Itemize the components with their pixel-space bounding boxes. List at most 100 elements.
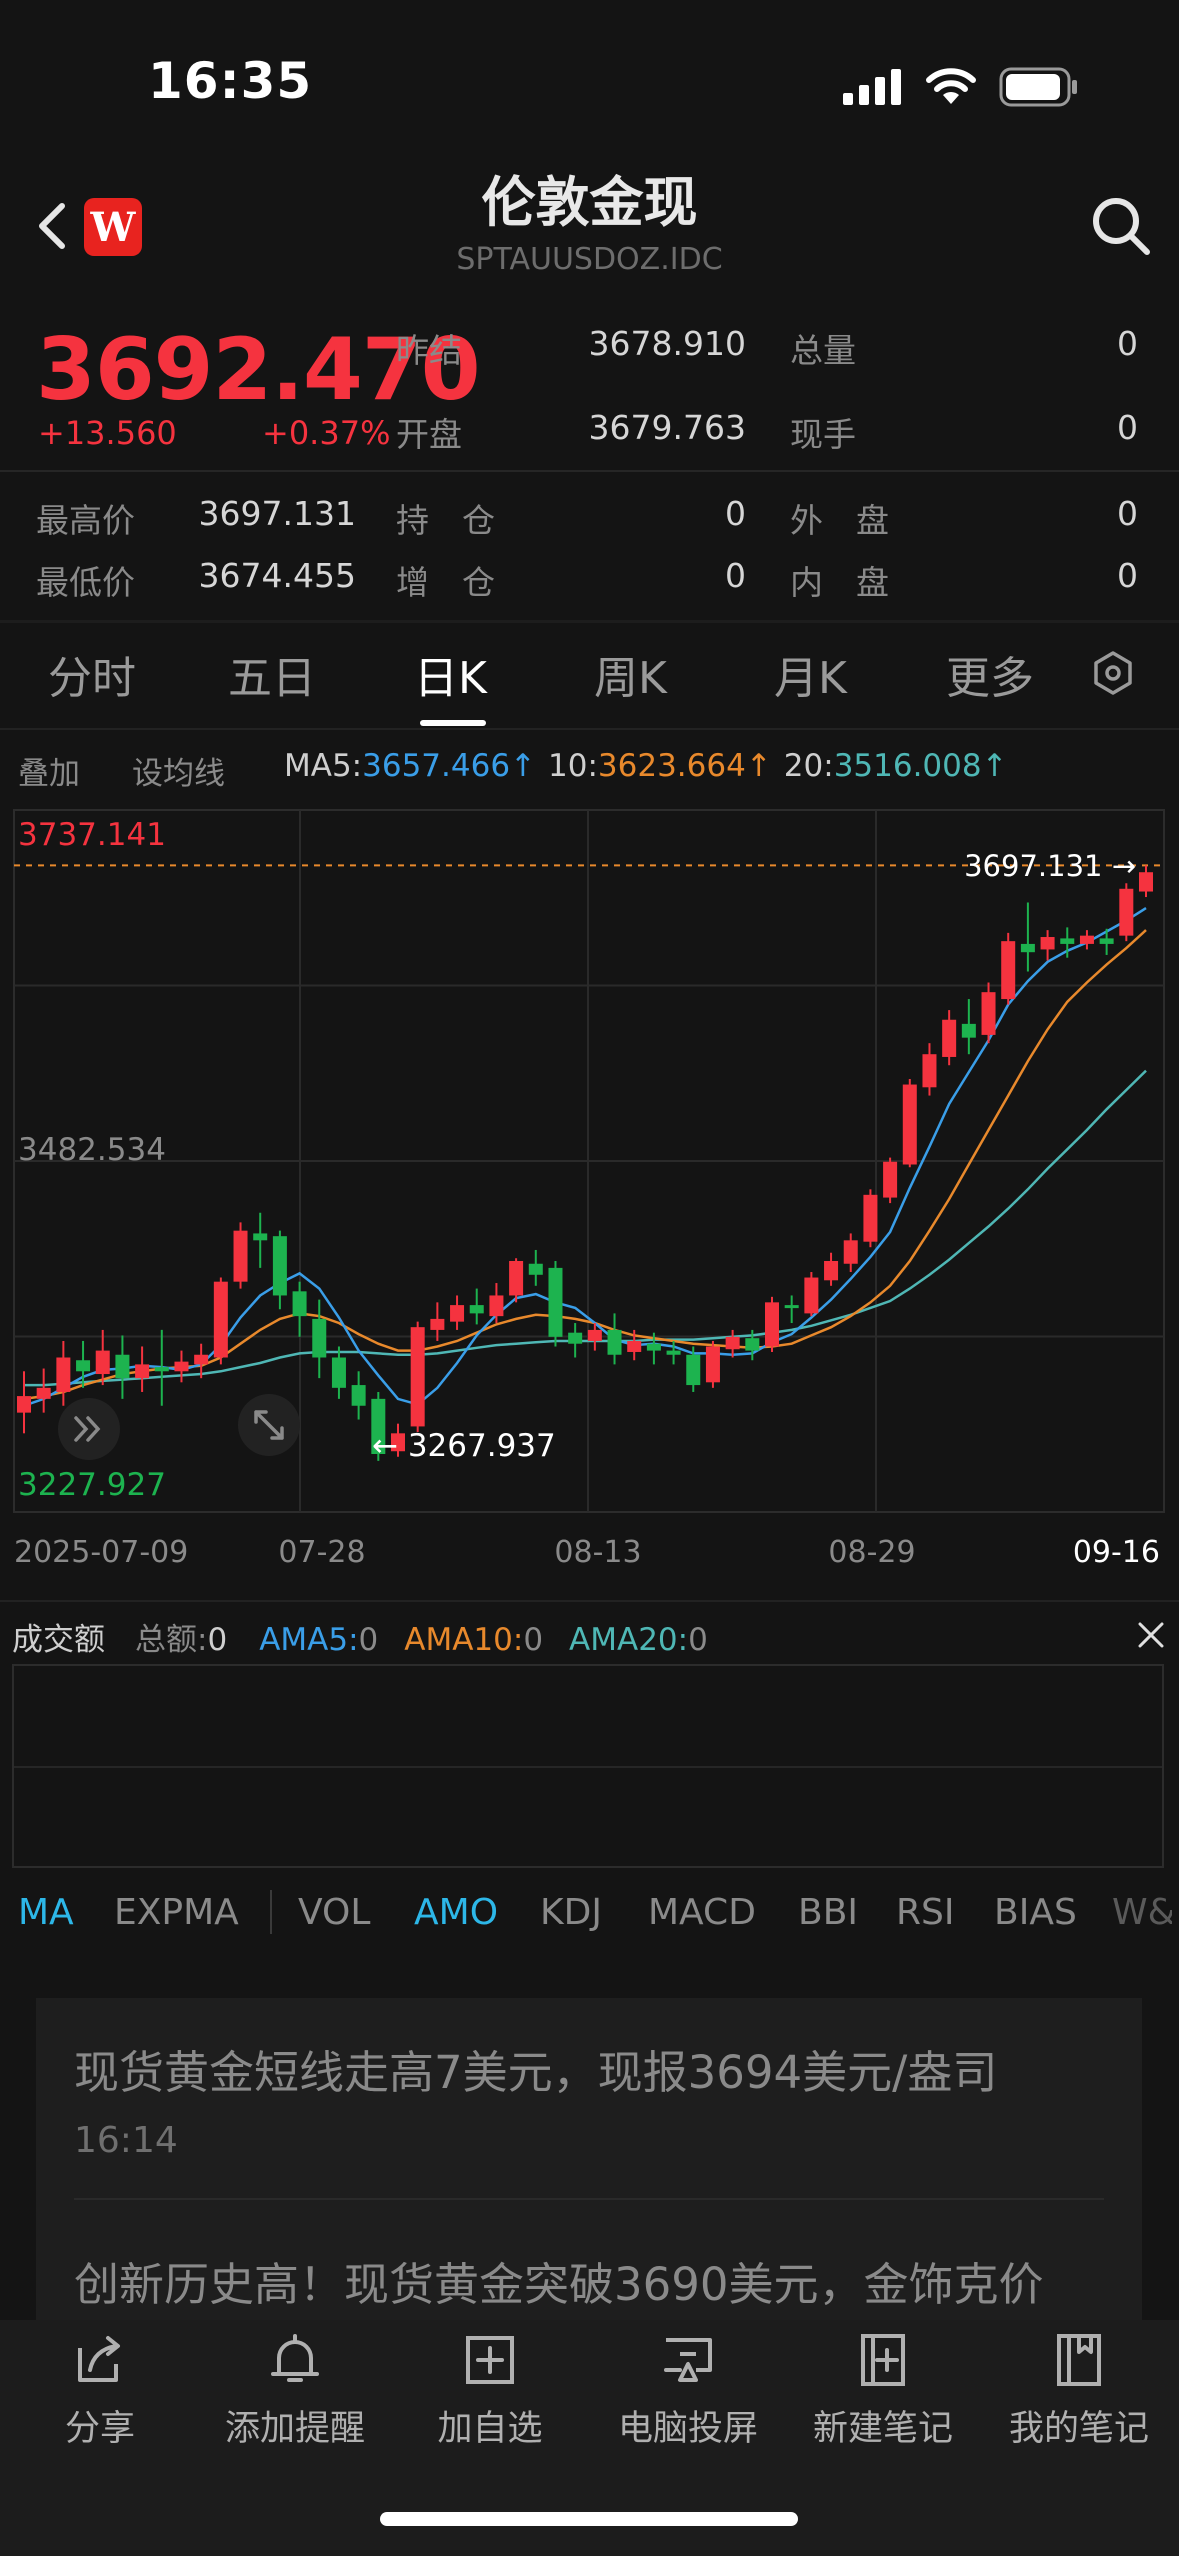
volume-divider <box>0 1600 1179 1602</box>
indicator-amo[interactable]: AMO <box>414 1892 498 1933</box>
indicator-vol[interactable]: VOL <box>298 1892 370 1933</box>
new-note-button[interactable]: 新建笔记 <box>783 2330 983 2451</box>
tab-intraday[interactable]: 分时 <box>48 642 136 706</box>
news-item-title[interactable]: 创新历史高！现货黄金突破3690美元，金饰克价 <box>74 2248 1044 2313</box>
search-icon[interactable] <box>1089 194 1153 258</box>
quote-value-oi-change: 0 <box>725 556 746 595</box>
ma10-line <box>23 929 1147 1401</box>
candle <box>961 1023 976 1038</box>
news-divider <box>74 2198 1104 2200</box>
x-axis-label: 08-13 <box>554 1535 641 1570</box>
cast-screen-label: 电脑投屏 <box>617 2409 758 2449</box>
candle <box>174 1361 189 1372</box>
news-panel: 现货黄金短线走高7美元，现报3694美元/盎司 16:14 创新历史高！现货黄金… <box>36 1998 1142 2328</box>
ama5-value: 0 <box>358 1622 379 1658</box>
ma5-label: MA5: <box>284 748 363 784</box>
ama5-label: AMA5: <box>259 1622 359 1658</box>
quote-value-low: 3674.455 <box>198 556 356 595</box>
indicator-ma[interactable]: MA <box>18 1892 74 1933</box>
status-icons <box>843 62 1079 112</box>
candlestick-chart[interactable]: 3737.141 3482.534 3227.927 3697.131 → ← 3267… <box>0 800 1179 1600</box>
notebook-icon <box>1057 2334 1101 2386</box>
cast-screen-button[interactable]: 电脑投屏 <box>588 2330 788 2451</box>
candle <box>233 1230 248 1282</box>
active-tab-indicator <box>420 720 486 726</box>
tab-weekly-k[interactable]: 周K <box>594 642 667 706</box>
candle <box>95 1350 110 1375</box>
candle <box>154 1367 169 1372</box>
candle <box>56 1357 71 1392</box>
indicator-expma[interactable]: EXPMA <box>114 1892 239 1933</box>
candle <box>509 1260 524 1296</box>
wifi-icon <box>926 68 976 104</box>
share-button[interactable]: 分享 <box>0 2330 200 2451</box>
candle <box>253 1233 268 1241</box>
fullscreen-button[interactable] <box>238 1394 300 1456</box>
candle <box>666 1350 681 1355</box>
ma-lines <box>23 907 1147 1407</box>
candle <box>568 1332 583 1344</box>
candle <box>1099 938 1114 944</box>
price-change-percent: +0.37% <box>262 414 391 452</box>
tab-more[interactable]: 更多 <box>946 642 1034 706</box>
quote-label-inner-disc: 内 盘 <box>790 563 889 602</box>
ama10-label: AMA10: <box>404 1622 524 1658</box>
indicator-bias[interactable]: BIAS <box>994 1892 1077 1933</box>
status-time: 16:35 <box>148 52 313 110</box>
overlay-button[interactable]: 叠加 <box>18 748 80 793</box>
quote-label-high: 最高价 <box>36 501 135 540</box>
tab-five-day[interactable]: 五日 <box>228 642 316 706</box>
set-ma-button[interactable]: 设均线 <box>132 748 225 793</box>
candle <box>745 1338 760 1351</box>
indicator-wr[interactable]: W& <box>1112 1892 1172 1933</box>
indicator-bbi[interactable]: BBI <box>798 1892 858 1933</box>
quote-label-open: 开盘 <box>396 415 462 454</box>
ma20-label: 20: <box>783 748 834 784</box>
double-chevron-right-icon <box>74 1416 101 1442</box>
candle <box>410 1327 425 1427</box>
candle <box>528 1263 543 1275</box>
quote-label-prev-settle: 昨结 <box>396 331 462 370</box>
quote-value-outer-disc: 0 <box>1117 494 1138 533</box>
candle <box>804 1277 819 1314</box>
indicator-kdj[interactable]: KDJ <box>540 1892 602 1933</box>
indicator-separator <box>270 1890 272 1934</box>
chart-grid <box>13 809 1165 1513</box>
candle <box>824 1260 839 1281</box>
battery-icon <box>999 67 1077 107</box>
candle <box>765 1302 779 1347</box>
candle <box>883 1161 898 1198</box>
x-axis-label: 09-16 <box>1073 1535 1160 1570</box>
settings-hexagon-icon[interactable] <box>1090 650 1136 696</box>
add-alert-button[interactable]: 添加提醒 <box>195 2330 395 2451</box>
new-note-label: 新建笔记 <box>812 2409 953 2449</box>
candle <box>36 1387 51 1399</box>
quote-label-open-interest: 持 仓 <box>396 501 495 540</box>
my-notes-button[interactable]: 我的笔记 <box>979 2330 1179 2451</box>
news-item-title[interactable]: 现货黄金短线走高7美元，现报3694美元/盎司 <box>74 2036 997 2101</box>
candle <box>1040 937 1055 950</box>
x-axis-label: 07-28 <box>278 1535 365 1570</box>
candle <box>489 1295 504 1317</box>
add-alert-label: 添加提醒 <box>224 2409 365 2449</box>
candle <box>548 1267 563 1337</box>
tab-monthly-k[interactable]: 月K <box>774 642 847 706</box>
min-price-annotation: ← 3267.937 <box>372 1428 556 1464</box>
candle <box>1060 938 1075 944</box>
quote-value-high: 3697.131 <box>198 494 356 533</box>
candle <box>213 1281 228 1358</box>
candle <box>587 1329 602 1341</box>
add-watchlist-button[interactable]: 加自选 <box>390 2330 590 2451</box>
candle <box>942 1019 957 1057</box>
tab-daily-k[interactable]: 日K <box>414 642 487 706</box>
indicator-rsi[interactable]: RSI <box>896 1892 954 1933</box>
close-icon[interactable] <box>1136 1620 1166 1650</box>
expand-left-button[interactable] <box>58 1398 120 1460</box>
candle <box>450 1305 465 1322</box>
page-title: 伦敦金现 <box>481 171 698 234</box>
indicator-macd[interactable]: MACD <box>648 1892 756 1933</box>
quote-label-low: 最低价 <box>36 563 135 602</box>
x-axis-label: 08-29 <box>828 1535 915 1570</box>
add-box-icon <box>466 2336 514 2384</box>
candle <box>725 1336 740 1350</box>
